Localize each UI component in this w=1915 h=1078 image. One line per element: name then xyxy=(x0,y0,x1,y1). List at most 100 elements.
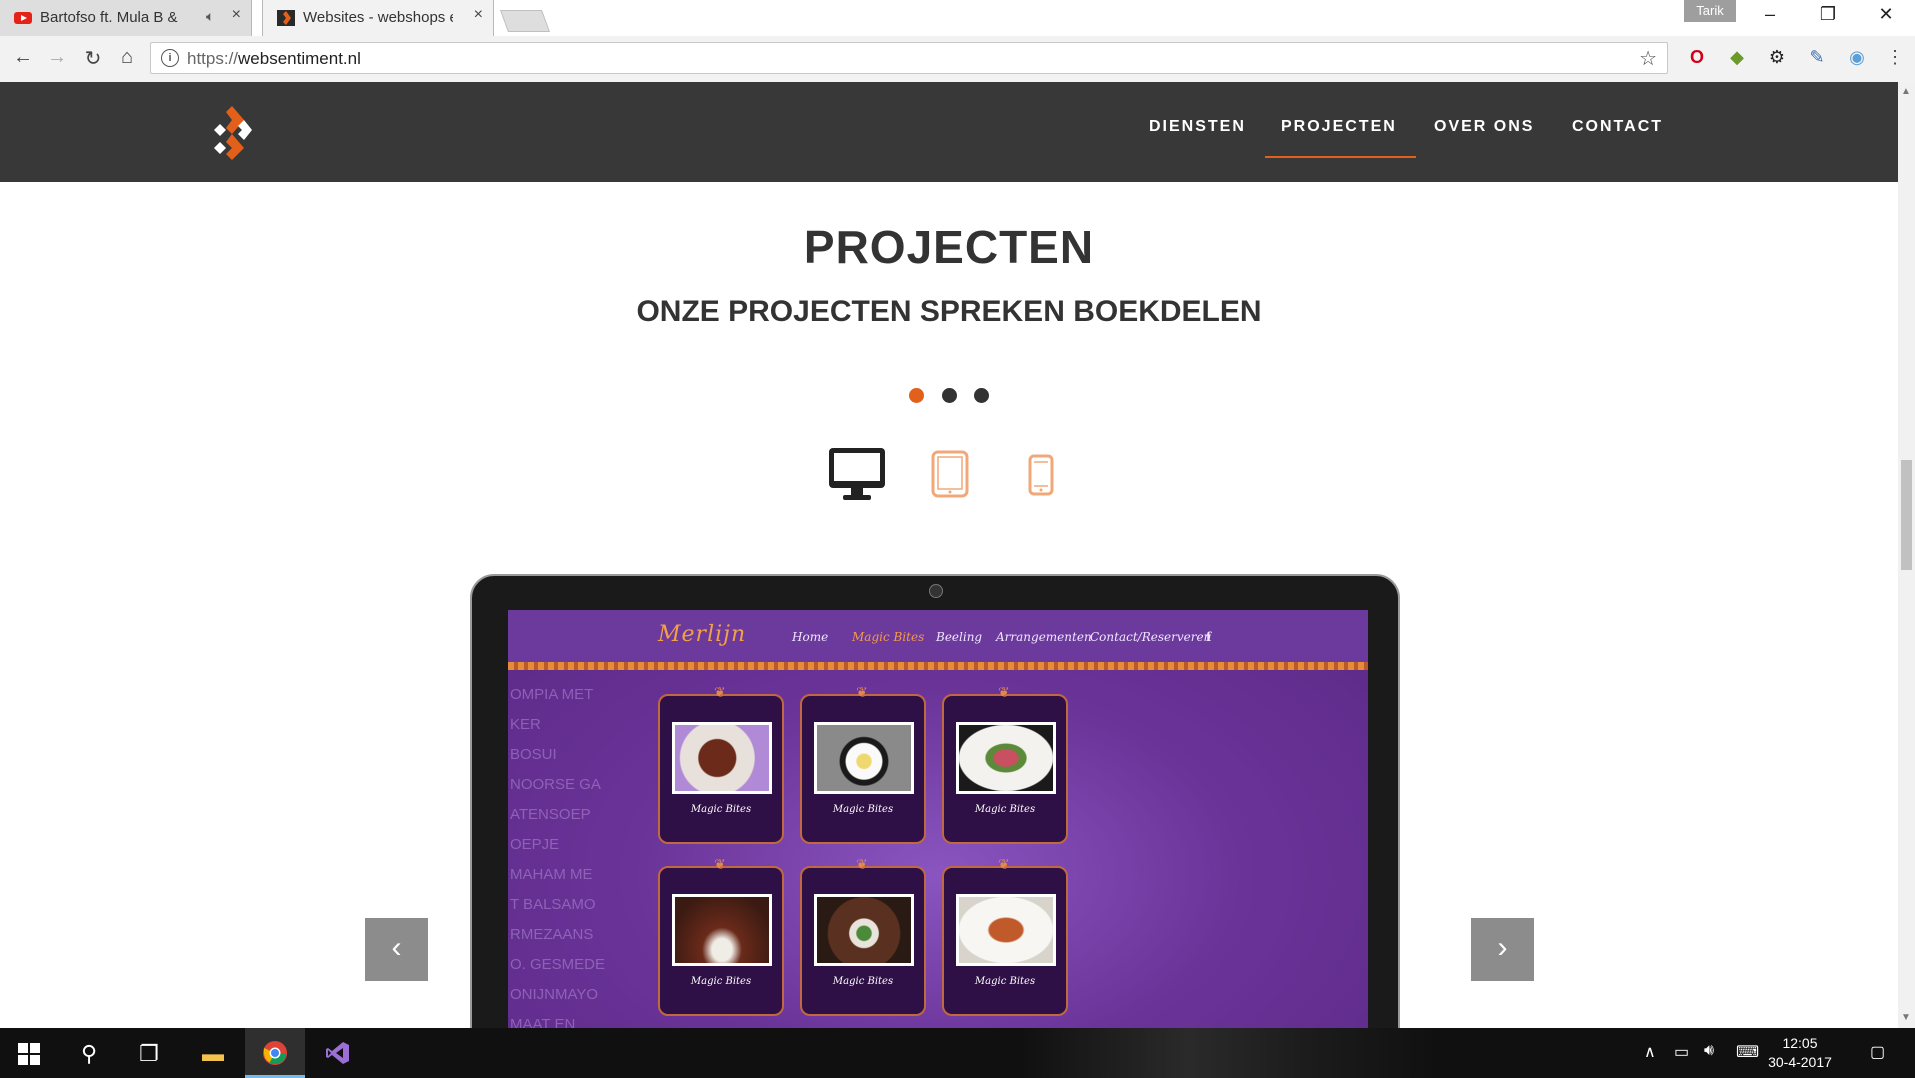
ornament-icon: ❦ xyxy=(856,684,868,700)
dish-caption: Magic Bites xyxy=(832,804,894,815)
carousel-next-button[interactable]: › xyxy=(1471,918,1534,981)
merlijn-nav-item: Arrangementen xyxy=(996,630,1092,644)
ornament-icon: ❦ xyxy=(714,684,726,700)
page-title: PROJECTEN xyxy=(803,221,1095,273)
notifications-icon[interactable]: ▢ xyxy=(1870,1042,1885,1062)
new-tab-button[interactable] xyxy=(499,10,551,32)
keyboard-icon[interactable]: ⌨ xyxy=(1736,1042,1759,1062)
reload-icon[interactable]: ↻ xyxy=(80,46,106,71)
merlijn-border xyxy=(508,662,1368,670)
scroll-thumb[interactable] xyxy=(1901,460,1912,570)
merlijn-nav-item: Magic Bites xyxy=(852,630,925,644)
ornament-icon: ❦ xyxy=(714,856,726,872)
bookmark-star-icon[interactable]: ☆ xyxy=(1639,46,1657,71)
info-icon[interactable]: i xyxy=(161,49,179,67)
merlijn-nav-item: Home xyxy=(792,630,829,644)
circle-extension-icon[interactable]: ◉ xyxy=(1846,46,1868,68)
taskbar-wallpaper xyxy=(1020,1028,1440,1078)
menu-dots-icon[interactable]: ⋮ xyxy=(1884,46,1906,68)
taskbar-clock[interactable]: 12:05 30-4-2017 xyxy=(1760,1034,1840,1072)
dish-card: ❦ Magic Bites xyxy=(658,856,784,1016)
page-viewport: DIENSTEN PROJECTEN OVER ONS CONTACT PROJ… xyxy=(0,82,1898,1028)
close-window-button[interactable]: ✕ xyxy=(1866,4,1906,25)
page-subtitle: ONZE PROJECTEN SPREKEN BOEKDELEN xyxy=(636,295,1262,328)
tab-websentiment[interactable]: Websites - webshops en × xyxy=(262,0,494,36)
eyedropper-extension-icon[interactable]: ✎ xyxy=(1806,46,1828,68)
menu-background-text: OMPIA MET KER BOSUI NOORSE GA ATENSOEP O… xyxy=(510,686,606,1028)
tab-title: Websites - webshops en xyxy=(303,9,453,26)
ornament-icon: ❦ xyxy=(856,856,868,872)
windows-taskbar: ⚲ ❐ ▬ ∧ ▭ 🔊︎ ⌨ 12:05 30-4-2017 ▢ xyxy=(0,1028,1915,1078)
extension-icon[interactable]: ◆ xyxy=(1726,46,1748,68)
home-icon[interactable]: ⌂ xyxy=(114,46,140,69)
nav-diensten[interactable]: DIENSTEN xyxy=(1149,118,1246,136)
dish-photo xyxy=(814,894,914,966)
merlijn-logo: Merlijn xyxy=(658,622,747,647)
close-tab-icon[interactable]: × xyxy=(232,6,241,24)
browser-tab-strip: Bartofso ft. Mula B & 🔈︎ × Websites - we… xyxy=(0,0,1915,36)
dish-card: ❦ Magic Bites xyxy=(942,856,1068,1016)
dish-photo xyxy=(956,894,1056,966)
nav-over-ons[interactable]: OVER ONS xyxy=(1434,118,1534,136)
scroll-up-icon[interactable]: ▲ xyxy=(1901,86,1911,97)
back-icon[interactable]: ← xyxy=(10,46,36,69)
dish-card: ❦ Magic Bites xyxy=(942,684,1068,844)
dish-photo xyxy=(672,894,772,966)
url-text: https://websentiment.nl xyxy=(187,49,361,68)
site-header: DIENSTEN PROJECTEN OVER ONS CONTACT xyxy=(0,82,1898,182)
webcam-icon xyxy=(929,584,943,598)
speaker-muted-icon[interactable]: 🔈︎ xyxy=(206,8,214,25)
desktop-icon[interactable] xyxy=(827,446,887,502)
dish-caption: Magic Bites xyxy=(690,804,752,815)
active-nav-underline xyxy=(1265,156,1416,158)
file-explorer-icon[interactable]: ▬ xyxy=(198,1040,228,1068)
restore-button[interactable]: ❐ xyxy=(1808,4,1848,25)
laptop-mockup: Merlijn Home Magic Bites Beeling Arrange… xyxy=(470,574,1400,1028)
ornament-icon: ❦ xyxy=(998,684,1010,700)
dish-caption: Magic Bites xyxy=(832,976,894,987)
tab-title: Bartofso ft. Mula B & xyxy=(40,9,178,26)
carousel-prev-button[interactable]: ‹ xyxy=(365,918,428,981)
tab-youtube[interactable]: Bartofso ft. Mula B & 🔈︎ × xyxy=(0,0,252,36)
page-scrollbar[interactable]: ▲ ▼ xyxy=(1898,82,1915,1028)
websentiment-logo-icon[interactable] xyxy=(212,104,262,160)
gear-extension-icon[interactable]: ⚙ xyxy=(1766,46,1788,68)
opera-extension-icon[interactable]: O xyxy=(1686,46,1708,68)
websentiment-favicon-icon xyxy=(277,10,295,26)
nav-projecten[interactable]: PROJECTEN xyxy=(1281,118,1397,136)
dish-caption: Magic Bites xyxy=(974,804,1036,815)
show-hidden-icons[interactable]: ∧ xyxy=(1644,1042,1656,1062)
address-bar[interactable]: i https://websentiment.nl ☆ xyxy=(150,42,1668,74)
dish-card: ❦ Magic Bites xyxy=(658,684,784,844)
nav-contact[interactable]: CONTACT xyxy=(1572,118,1663,136)
merlijn-nav-item: Beeling xyxy=(936,630,983,644)
youtube-icon xyxy=(14,12,32,24)
close-tab-icon[interactable]: × xyxy=(474,6,483,24)
carousel-dot-active[interactable] xyxy=(909,388,924,403)
dish-photo xyxy=(672,722,772,794)
forward-icon[interactable]: → xyxy=(44,46,70,69)
facebook-icon: f xyxy=(1206,630,1212,644)
windows-start-icon[interactable] xyxy=(18,1043,40,1065)
minimize-button[interactable]: – xyxy=(1750,4,1790,25)
dish-photo xyxy=(814,722,914,794)
search-icon[interactable]: ⚲ xyxy=(74,1040,104,1068)
task-view-icon[interactable]: ❐ xyxy=(134,1040,164,1068)
phone-icon[interactable] xyxy=(1028,454,1054,496)
visual-studio-icon[interactable] xyxy=(325,1040,351,1066)
dish-card: ❦ Magic Bites xyxy=(800,856,926,1016)
carousel-dot[interactable] xyxy=(942,388,957,403)
tablet-icon[interactable] xyxy=(931,450,969,498)
scroll-down-icon[interactable]: ▼ xyxy=(1901,1012,1911,1023)
dish-photo xyxy=(956,722,1056,794)
dish-caption: Magic Bites xyxy=(690,976,752,987)
dish-card: ❦ Magic Bites xyxy=(800,684,926,844)
network-icon[interactable]: ▭ xyxy=(1674,1042,1689,1062)
volume-icon[interactable]: 🔊︎ xyxy=(1704,1042,1714,1060)
carousel-dot[interactable] xyxy=(974,388,989,403)
merlijn-nav-item: Contact/Reserveren xyxy=(1090,630,1212,644)
project-screenshot[interactable]: Merlijn Home Magic Bites Beeling Arrange… xyxy=(508,610,1368,1028)
browser-toolbar: ← → ↻ ⌂ i https://websentiment.nl ☆ O ◆ … xyxy=(0,36,1915,83)
chrome-icon[interactable] xyxy=(262,1040,288,1066)
profile-badge[interactable]: Tarik xyxy=(1684,0,1736,22)
